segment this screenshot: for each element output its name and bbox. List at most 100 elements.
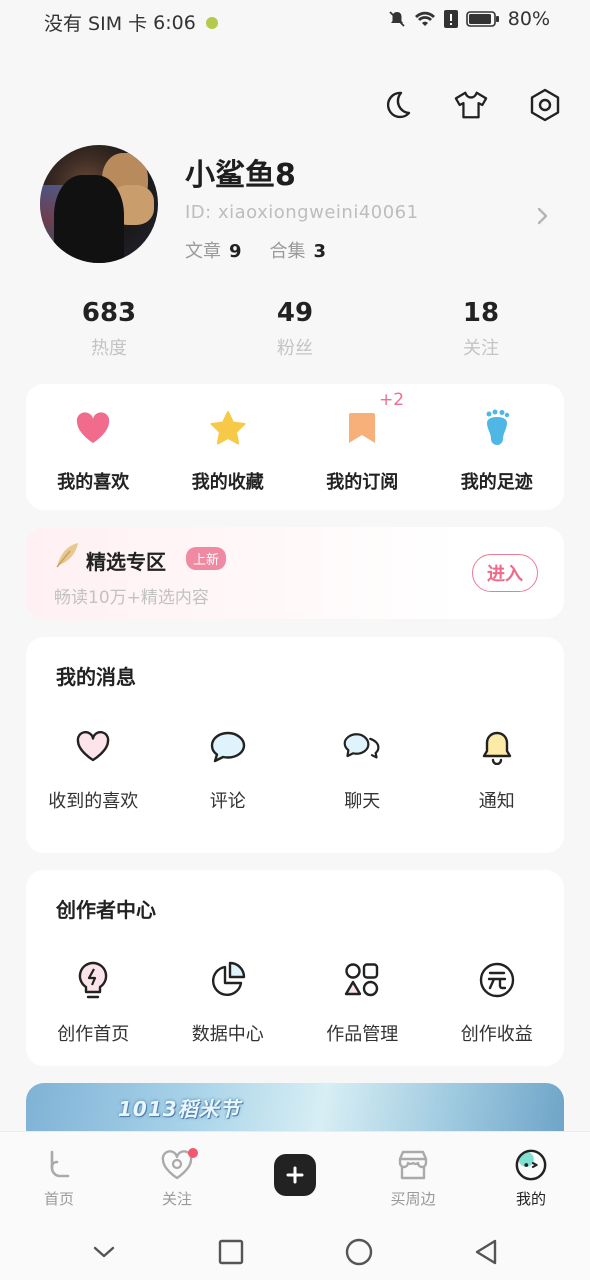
grid-shapes-icon [342,960,382,1000]
my-subscriptions-button[interactable]: +2 我的订阅 [295,384,430,510]
nav-publish[interactable] [236,1132,354,1223]
chat-button[interactable]: 聊天 [295,727,430,813]
heart-outline-icon [73,727,113,767]
popularity-stat[interactable]: 683 热度 [16,298,202,360]
articles-stat[interactable]: 文章 9 [185,237,242,263]
articles-count: 9 [229,241,242,262]
following-stat[interactable]: 18 关注 [388,298,574,360]
data-center-label: 数据中心 [191,1024,264,1045]
recents-icon[interactable] [216,1237,246,1267]
avatar[interactable] [40,145,158,263]
new-badge: 上新 [186,547,227,570]
followers-label: 粉丝 [277,338,313,359]
featured-zone-card[interactable]: 精选专区 上新 畅读10万+精选内容 进入 [26,527,564,619]
nav-home[interactable]: 首页 [0,1132,118,1223]
my-history-button[interactable]: 我的足迹 [430,384,565,510]
collapse-icon[interactable] [89,1237,119,1267]
lightbulb-icon [73,960,113,1000]
wifi-icon [414,11,435,26]
creator-home-button[interactable]: 创作首页 [26,960,161,1046]
home-icon [42,1148,76,1182]
received-likes-label: 收到的喜欢 [48,791,139,812]
comment-icon [208,727,248,767]
user-id-value: xiaoxiongweini40061 [217,202,419,223]
clock: 6:06 [153,11,196,34]
data-center-button[interactable]: 数据中心 [161,960,296,1046]
chat-label: 聊天 [344,791,381,812]
nav-me[interactable]: 我的 [472,1132,590,1223]
profile-numbers: 683 热度 49 粉丝 18 关注 [0,298,590,360]
carrier-text: 没有 SIM 卡 [44,13,148,35]
nav-shop-label: 买周边 [390,1190,436,1208]
nav-shop[interactable]: 买周边 [354,1132,472,1223]
collections-label: 合集 [269,241,306,262]
nav-follow-label: 关注 [161,1190,192,1208]
user-id: ID: xiaoxiongweini40061 [185,202,419,223]
settings-icon[interactable] [528,88,562,122]
earnings-label: 创作收益 [460,1024,533,1045]
alert-icon [443,10,458,28]
nav-follow[interactable]: 关注 [118,1132,236,1223]
banner-title: 1013稻米节 [118,1097,241,1121]
featured-title: 精选专区 [86,550,166,574]
unread-dot [188,1148,198,1158]
system-nav-bar [0,1223,590,1280]
notifications-button[interactable]: 通知 [430,727,565,813]
profile-page: 没有 SIM 卡 6:06 80% 小鲨鱼8 ID: xiaoxiongwein… [0,0,590,1280]
nav-me-label: 我的 [515,1190,546,1208]
battery-icon [465,11,499,27]
footprint-icon [477,408,517,448]
enter-button[interactable]: 进入 [472,554,538,592]
collections-count: 3 [313,241,327,262]
messages-card: 我的消息 收到的喜欢 评论 聊天 通知 [26,637,564,853]
collections-stat[interactable]: 合集 3 [270,237,327,263]
followers-value: 49 [276,298,314,328]
app-notification-icon [205,16,218,29]
bell-icon [477,727,517,767]
my-favorites-label: 我的收藏 [191,472,264,493]
status-bar: 没有 SIM 卡 6:06 80% [0,0,590,42]
username: 小鲨鱼8 [185,158,296,193]
creator-row: 创作首页 数据中心 作品管理 创作收益 [26,960,564,1046]
plus-icon [274,1154,316,1196]
comments-button[interactable]: 评论 [161,727,296,813]
chevron-right-icon[interactable] [532,206,552,226]
mute-icon [389,11,405,27]
popularity-value: 683 [81,298,137,328]
status-left: 没有 SIM 卡 6:06 [44,9,218,36]
star-icon [208,408,248,448]
creator-title: 创作者中心 [56,898,156,922]
user-stats: 文章 9 合集 3 [185,237,326,263]
my-history-label: 我的足迹 [460,472,533,493]
my-subscriptions-label: 我的订阅 [326,472,399,493]
back-icon[interactable] [471,1237,501,1267]
popularity-label: 热度 [91,338,127,359]
me-icon [514,1148,548,1182]
nav-home-label: 首页 [43,1190,74,1208]
battery-text: 80% [507,8,550,30]
shop-icon [396,1148,430,1182]
followers-stat[interactable]: 49 粉丝 [202,298,388,360]
works-management-label: 作品管理 [326,1024,399,1045]
works-management-button[interactable]: 作品管理 [295,960,430,1046]
quick-links-card: 我的喜欢 我的收藏 +2 我的订阅 我的足迹 [26,384,564,510]
my-favorites-button[interactable]: 我的收藏 [161,384,296,510]
following-label: 关注 [463,338,499,359]
received-likes-button[interactable]: 收到的喜欢 [26,727,161,813]
notifications-label: 通知 [478,791,515,812]
dark-mode-icon[interactable] [380,88,414,122]
home-button-icon[interactable] [344,1237,374,1267]
my-likes-button[interactable]: 我的喜欢 [26,384,161,510]
dress-up-icon[interactable] [454,88,488,122]
featured-subtitle: 畅读10万+精选内容 [54,588,209,608]
yuan-coin-icon [477,960,517,1000]
user-id-label: ID: [185,202,212,223]
top-actions [380,88,562,122]
earnings-button[interactable]: 创作收益 [430,960,565,1046]
articles-label: 文章 [185,241,221,262]
feather-icon [54,541,80,569]
status-right: 80% [388,8,550,30]
my-likes-label: 我的喜欢 [57,472,130,493]
creator-center-card: 创作者中心 创作首页 数据中心 作品管理 创作收益 [26,870,564,1066]
following-value: 18 [462,298,500,328]
